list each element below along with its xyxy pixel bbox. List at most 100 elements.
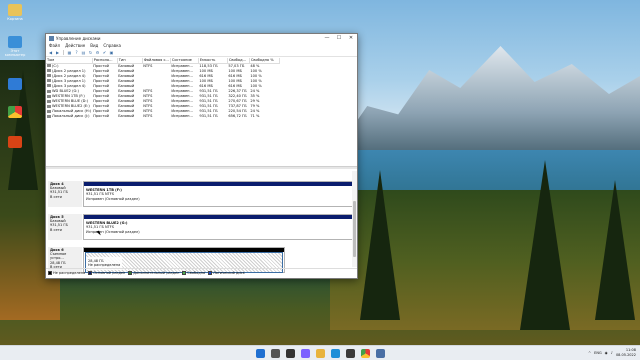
- table-cell: 220,54 ГБ: [227, 109, 249, 114]
- back-icon[interactable]: ◀: [48, 50, 53, 55]
- start-icon[interactable]: [255, 348, 265, 358]
- cell-text: 57,03 ГБ: [228, 63, 245, 68]
- cell-text: 100 %: [250, 68, 262, 73]
- properties-icon[interactable]: ▤: [81, 50, 86, 55]
- cell-text: 100 %: [250, 78, 262, 83]
- cell-text: WESTERN BLUE (D:): [52, 99, 89, 104]
- edge-icon[interactable]: [330, 348, 340, 358]
- cell-text: Исправен...: [171, 89, 193, 94]
- desktop-icon-app[interactable]: [4, 78, 26, 91]
- partition-state: Исправен (Основной раздел): [86, 196, 140, 201]
- disk-row[interactable]: Диск 4 Базовый 931,51 ГБ В сети WESTERN …: [48, 181, 353, 207]
- forward-icon[interactable]: ▶: [55, 50, 60, 55]
- cell-text: Исправен...: [171, 63, 193, 68]
- file-explorer-icon[interactable]: [315, 348, 325, 358]
- cell-text: (Диск 3 раздел 4): [52, 83, 86, 88]
- legend-swatch: [128, 270, 133, 275]
- settings-icon[interactable]: ⚙: [95, 50, 100, 55]
- legend-item: Свободно: [182, 270, 206, 275]
- cell-text: 100 МБ: [228, 78, 242, 83]
- search-icon[interactable]: [270, 348, 280, 358]
- disk-status: В сети: [50, 227, 62, 232]
- cell-text: 737,87 ГБ: [228, 104, 247, 109]
- view-icon[interactable]: ▣: [109, 50, 114, 55]
- partition[interactable]: WESTERN 1TB (F:) 931,51 ГБ NTFS Исправен…: [83, 181, 353, 207]
- check-icon[interactable]: ✔: [102, 50, 107, 55]
- cell-text: Локальный диск (J:): [52, 114, 90, 119]
- chrome-icon[interactable]: [360, 348, 370, 358]
- disk-row[interactable]: Диск 5 Базовый 931,51 ГБ В сети WESTERN …: [48, 214, 353, 240]
- cell-text: 71 %: [250, 114, 260, 119]
- table-cell: WESTERN BLUE2 (E:): [46, 104, 92, 109]
- cell-text: Базовый: [118, 78, 135, 83]
- cell-text: 100 %: [250, 83, 262, 88]
- refresh-icon[interactable]: ↻: [88, 50, 93, 55]
- cell-text: 35 %: [250, 94, 260, 99]
- cell-text: 48 %: [250, 63, 260, 68]
- cell-text: 616 МБ: [199, 73, 213, 78]
- language-indicator[interactable]: ENG: [594, 351, 602, 355]
- title-bar[interactable]: Управление дисками — ☐ ✕: [46, 34, 357, 42]
- widgets-icon[interactable]: [300, 348, 310, 358]
- volume-icon: [47, 114, 51, 118]
- disk-label[interactable]: Диск 4 Базовый 931,51 ГБ В сети: [48, 181, 82, 207]
- cell-text: 322,40 ГБ: [228, 94, 247, 99]
- cell-text: Базовый: [118, 63, 135, 68]
- legend-label: Не распределена: [53, 270, 86, 275]
- scrollbar-thumb[interactable]: [353, 201, 356, 257]
- volume-icon: [47, 79, 51, 83]
- cell-text: 24 %: [250, 109, 260, 114]
- close-button[interactable]: ✕: [345, 35, 357, 41]
- cell-text: 931,51 ГБ: [199, 104, 218, 109]
- maximize-button[interactable]: ☐: [333, 35, 345, 41]
- cell-text: Базовый: [118, 99, 135, 104]
- disk-management-taskbar-icon[interactable]: [375, 348, 385, 358]
- volume-icon: [47, 99, 51, 103]
- disk-view-scrollbar[interactable]: [352, 171, 357, 267]
- legend-swatch: [88, 270, 93, 275]
- table-cell: 322,40 ГБ: [227, 94, 249, 99]
- cell-text: 270,67 ГБ: [228, 99, 247, 104]
- task-view-icon[interactable]: [285, 348, 295, 358]
- volume-icon: [47, 74, 51, 78]
- cell-text: 931,51 ГБ: [199, 89, 218, 94]
- partition[interactable]: WESTERN BLUE2 (G:) 931,51 ГБ NTFS Исправ…: [83, 214, 353, 240]
- cell-text: Базовый: [118, 104, 135, 109]
- desktop-icon-chrome[interactable]: [4, 106, 26, 119]
- store-icon[interactable]: [345, 348, 355, 358]
- toolbar-separator: [63, 50, 64, 55]
- disk-label[interactable]: Диск 5 Базовый 931,51 ГБ В сети: [48, 214, 82, 240]
- legend-swatch: [182, 270, 187, 275]
- cell-text: 29 %: [250, 99, 260, 104]
- minimize-button[interactable]: —: [321, 35, 333, 41]
- help-icon[interactable]: ?: [74, 50, 79, 55]
- desktop-icon-this-pc[interactable]: Этот компьютер: [4, 36, 26, 57]
- cell-text: Исправен...: [171, 78, 193, 83]
- disk-status: В сети: [50, 194, 62, 199]
- legend-swatch: [208, 270, 213, 275]
- clock[interactable]: 11:08 08.05.2022: [616, 348, 636, 357]
- menu-help[interactable]: Справка: [103, 43, 121, 48]
- legend-item: Дополнительный раздел: [128, 270, 179, 275]
- grid-icon[interactable]: ▦: [67, 50, 72, 55]
- cell-text: Исправен...: [171, 109, 193, 114]
- table-cell: WESTERN BLUE (D:): [46, 99, 92, 104]
- menu-view[interactable]: Вид: [90, 43, 98, 48]
- cell-text: Базовый: [118, 73, 135, 78]
- legend-label: Свободно: [187, 270, 206, 275]
- desktop-icon-app2[interactable]: [4, 136, 26, 149]
- pane-splitter[interactable]: [46, 166, 357, 169]
- table-cell: NTFS: [142, 114, 170, 119]
- partition-size: 931,51 ГБ NTFS: [86, 192, 114, 197]
- cell-text: 220,54 ГБ: [228, 109, 247, 114]
- menu-file[interactable]: Файл: [49, 43, 60, 48]
- volume-icon[interactable]: ♪: [611, 351, 613, 355]
- cell-text: 656,72 ГБ: [228, 114, 247, 119]
- volume-icon: [47, 104, 51, 108]
- chevron-up-icon[interactable]: ^: [588, 351, 591, 355]
- desktop-icon-recycle-bin[interactable]: Корзина: [4, 4, 26, 21]
- network-icon[interactable]: ◉: [605, 351, 608, 355]
- volume-list: Том Располо... Тип Файловая с... Состоян…: [46, 58, 357, 166]
- menu-action[interactable]: Действие: [65, 43, 85, 48]
- table-row[interactable]: Локальный диск (J:) Простой Базовый NTFS Исп…: [46, 114, 279, 119]
